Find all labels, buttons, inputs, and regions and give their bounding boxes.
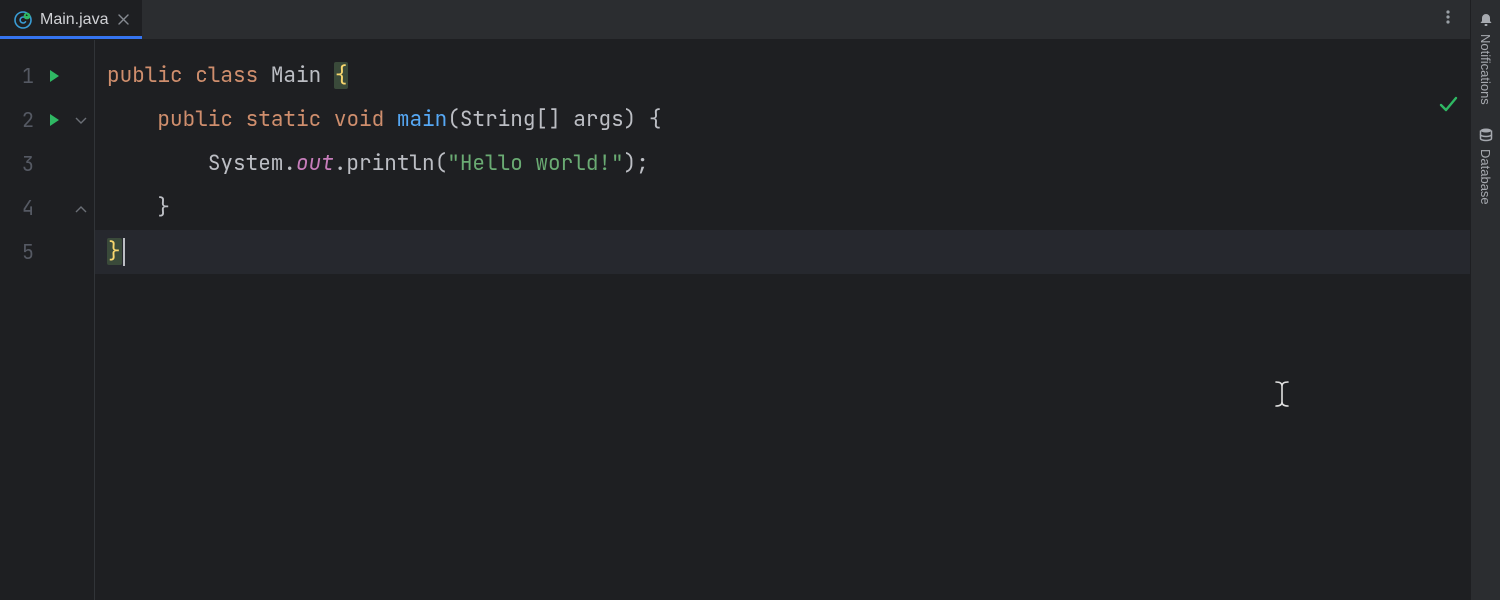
- gutter: 1 2 3 4 5: [0, 40, 94, 600]
- code-line[interactable]: public class Main {: [95, 54, 1470, 98]
- code-line[interactable]: }: [95, 186, 1470, 230]
- line-number: 2: [0, 98, 34, 142]
- database-icon: [1478, 127, 1494, 143]
- line-number: 3: [0, 142, 34, 186]
- rail-label: Database: [1478, 149, 1493, 205]
- java-class-icon: [14, 11, 32, 29]
- code-line-current[interactable]: }: [95, 230, 1470, 274]
- analysis-ok-icon[interactable]: [1438, 94, 1458, 121]
- text-cursor: [123, 238, 125, 266]
- fold-column: [68, 54, 94, 600]
- run-icon[interactable]: [47, 63, 61, 89]
- brace-highlight: }: [107, 238, 122, 265]
- code-text-area[interactable]: public class Main { public static void m…: [94, 40, 1470, 600]
- line-number: 5: [0, 230, 34, 274]
- line-number: 1: [0, 54, 34, 98]
- fold-end-icon[interactable]: [74, 202, 88, 216]
- fold-start-icon[interactable]: [74, 114, 88, 128]
- run-icon[interactable]: [47, 107, 61, 133]
- mouse-cursor-ibeam: [1273, 380, 1291, 416]
- more-icon[interactable]: [1436, 5, 1460, 34]
- bell-icon: [1478, 12, 1494, 28]
- tab-label: Main.java: [40, 11, 108, 29]
- line-number-column: 1 2 3 4 5: [0, 54, 40, 600]
- line-number: 4: [0, 186, 34, 230]
- database-tool-button[interactable]: Database: [1478, 119, 1494, 213]
- run-gutter-column: [40, 54, 68, 600]
- notifications-tool-button[interactable]: Notifications: [1478, 4, 1494, 113]
- brace-highlight: {: [334, 62, 349, 89]
- code-line[interactable]: System.out.println("Hello world!");: [95, 142, 1470, 186]
- rail-label: Notifications: [1478, 34, 1493, 105]
- code-editor[interactable]: 1 2 3 4 5: [0, 40, 1470, 600]
- tabbar: Main.java: [0, 0, 1470, 40]
- right-tool-rail: Notifications Database: [1470, 0, 1500, 600]
- close-icon[interactable]: [116, 13, 130, 27]
- tab-main-java[interactable]: Main.java: [0, 0, 142, 39]
- code-line[interactable]: public static void main(String[] args) {: [95, 98, 1470, 142]
